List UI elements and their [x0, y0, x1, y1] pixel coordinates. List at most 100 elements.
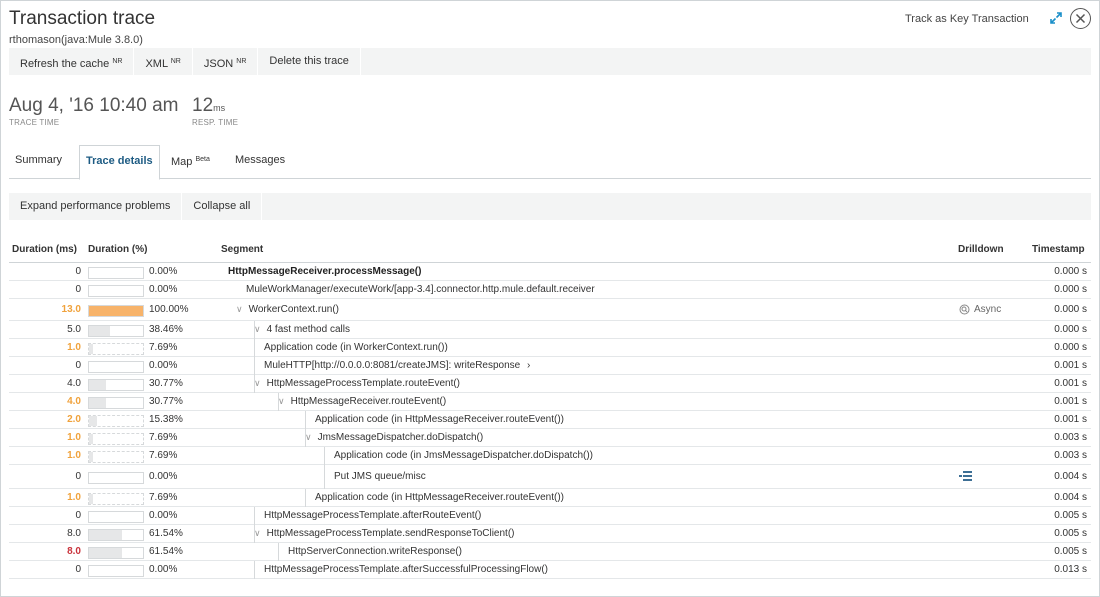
segment-name[interactable]: ∨ HttpMessageProcessTemplate.routeEvent()	[254, 378, 460, 389]
duration-pct: 7.69%	[149, 492, 178, 503]
timestamp: 0.001 s	[1054, 396, 1087, 407]
track-key-transaction-link[interactable]: Track as Key Transaction	[905, 13, 1029, 25]
trace-row[interactable]: 0 0.00% MuleWorkManager/executeWork/[app-3…	[9, 281, 1091, 299]
segment-name[interactable]: MuleWorkManager/executeWork/[app-3.4].co…	[246, 284, 595, 295]
toolbar-button-xml[interactable]: XML NR	[134, 48, 193, 75]
trace-row[interactable]: 1.0 7.69% ∨ JmsMessageDispatcher.doDispatch…	[9, 429, 1091, 447]
collapse-all-button[interactable]: Collapse all	[182, 193, 263, 220]
duration-bar	[88, 433, 144, 445]
trace-row[interactable]: 0 0.00% MuleHTTP[http://0.0.0.0:8081/creat…	[9, 357, 1091, 375]
toolbar-button-json[interactable]: JSON NR	[193, 48, 259, 75]
duration-pct: 61.54%	[149, 528, 183, 539]
close-icon[interactable]	[1070, 8, 1091, 29]
segment-name[interactable]: HttpServerConnection.writeResponse()	[288, 546, 462, 557]
app-subtitle: rthomason(java:Mule 3.8.0)	[9, 34, 143, 46]
segment-name[interactable]: ∨ HttpMessageReceiver.routeEvent()	[278, 396, 446, 407]
trace-row[interactable]: 1.0 7.69% Application code (in JmsMessageD…	[9, 447, 1091, 465]
drilldown-async[interactable]: Async	[959, 304, 1001, 315]
chevron-down-icon[interactable]: ∨	[254, 378, 261, 388]
expand-performance-problems-button[interactable]: Expand performance problems	[9, 193, 183, 220]
segment-label: Application code (in JmsMessageDispatche…	[334, 450, 594, 461]
segment-name[interactable]: ∨ JmsMessageDispatcher.doDispatch()	[305, 432, 483, 443]
duration-bar	[88, 529, 144, 541]
trace-row[interactable]: 0 0.00% HttpMessageReceiver.processMessage…	[9, 263, 1091, 281]
segment-name[interactable]: ∨ WorkerContext.run()	[236, 304, 339, 315]
duration-bar-fill	[89, 344, 94, 354]
col-segment[interactable]: Segment	[221, 244, 263, 255]
tab-trace-details[interactable]: Trace details	[79, 145, 160, 180]
tree-guide	[305, 489, 306, 507]
segment-label: MuleWorkManager/executeWork/[app-3.4].co…	[246, 284, 595, 295]
toolbar-button-delete-this-trace[interactable]: Delete this trace	[258, 48, 361, 75]
duration-bar-fill	[89, 548, 123, 558]
segment-name[interactable]: MuleHTTP[http://0.0.0.0:8081/createJMS]:…	[264, 360, 530, 371]
toolbar-button-refresh-the-cache[interactable]: Refresh the cache NR	[9, 48, 135, 75]
trace-row[interactable]: 1.0 7.69% Application code (in HttpMessage…	[9, 489, 1091, 507]
segment-name[interactable]: ∨ 4 fast method calls	[254, 324, 350, 335]
tree-guide	[324, 465, 325, 489]
trace-row[interactable]: 4.0 30.77% ∨ HttpMessageProcessTemplate.rou…	[9, 375, 1091, 393]
page-title: Transaction trace	[9, 8, 156, 29]
trace-row[interactable]: 0 0.00% HttpMessageProcessTemplate.afterSu…	[9, 561, 1091, 579]
trace-row[interactable]: 1.0 7.69% Application code (in WorkerConte…	[9, 339, 1091, 357]
trace-row[interactable]: 8.0 61.54% HttpServerConnection.writeRespo…	[9, 543, 1091, 561]
trace-row[interactable]: 5.0 38.46% ∨ 4 fast method calls 0.000 s	[9, 321, 1091, 339]
trace-row[interactable]: 8.0 61.54% ∨ HttpMessageProcessTemplate.sen…	[9, 525, 1091, 543]
chevron-down-icon[interactable]: ∨	[278, 396, 285, 406]
timestamp: 0.000 s	[1054, 342, 1087, 353]
segment-name[interactable]: Application code (in WorkerContext.run()…	[264, 342, 448, 353]
duration-bar	[88, 547, 144, 559]
chevron-right-icon[interactable]: ›	[524, 360, 530, 371]
duration-pct: 0.00%	[149, 284, 178, 295]
timestamp: 0.005 s	[1054, 546, 1087, 557]
tab-label: Messages	[235, 154, 286, 166]
chevron-down-icon[interactable]: ∨	[305, 432, 312, 442]
timestamp: 0.001 s	[1054, 360, 1087, 371]
database-icon[interactable]	[959, 470, 973, 482]
duration-ms: 8.0	[67, 528, 81, 539]
segment-name[interactable]: HttpMessageProcessTemplate.afterRouteEve…	[264, 510, 481, 521]
segment-name[interactable]: HttpMessageReceiver.processMessage()	[228, 266, 421, 277]
tab-map[interactable]: Map Beta	[165, 145, 216, 179]
tab-summary[interactable]: Summary	[9, 145, 68, 179]
duration-ms: 1.0	[67, 492, 81, 503]
segment-name[interactable]: HttpMessageProcessTemplate.afterSuccessf…	[264, 564, 548, 575]
duration-ms: 5.0	[67, 324, 81, 335]
trace-row[interactable]: 2.0 15.38% Application code (in HttpMessag…	[9, 411, 1091, 429]
segment-name[interactable]: Application code (in HttpMessageReceiver…	[315, 492, 564, 503]
duration-bar-fill	[89, 380, 106, 390]
timestamp: 0.004 s	[1054, 492, 1087, 503]
segment-label: 4 fast method calls	[266, 324, 350, 335]
col-timestamp[interactable]: Timestamp	[1032, 244, 1085, 255]
segment-name[interactable]: Application code (in HttpMessageReceiver…	[315, 414, 564, 425]
chevron-down-icon[interactable]: ∨	[254, 324, 261, 334]
duration-bar	[88, 305, 144, 317]
chevron-down-icon[interactable]: ∨	[236, 304, 243, 314]
segment-label: Put JMS queue/misc	[334, 471, 426, 482]
timestamp: 0.000 s	[1054, 304, 1087, 315]
duration-pct: 0.00%	[149, 266, 178, 277]
segment-name[interactable]: Application code (in JmsMessageDispatche…	[334, 450, 593, 461]
duration-pct: 30.77%	[149, 378, 183, 389]
toolbar-button-badge: NR	[170, 58, 181, 65]
trace-row[interactable]: 0 0.00% Put JMS queue/misc 0.004 s	[9, 465, 1091, 489]
timestamp: 0.000 s	[1054, 284, 1087, 295]
trace-row[interactable]: 0 0.00% HttpMessageProcessTemplate.afterRo…	[9, 507, 1091, 525]
segment-name[interactable]: ∨ HttpMessageProcessTemplate.sendResponse…	[254, 528, 515, 539]
tree-guide	[254, 561, 255, 579]
segment-label: HttpMessageProcessTemplate.afterRouteEve…	[264, 510, 482, 521]
tab-messages[interactable]: Messages	[229, 145, 291, 179]
trace-row[interactable]: 4.0 30.77% ∨ HttpMessageReceiver.routeEvent…	[9, 393, 1091, 411]
col-duration-pct[interactable]: Duration (%)	[88, 244, 147, 255]
duration-ms: 2.0	[67, 414, 81, 425]
expand-icon[interactable]	[1050, 12, 1062, 24]
chevron-down-icon[interactable]: ∨	[254, 528, 261, 538]
tab-label: Summary	[15, 154, 63, 166]
resp-time-value: 12	[192, 95, 214, 116]
trace-row[interactable]: 13.0 100.00% ∨ WorkerContext.run() Async 0.00…	[9, 299, 1091, 321]
duration-pct: 7.69%	[149, 342, 178, 353]
col-duration-ms[interactable]: Duration (ms)	[12, 244, 77, 255]
segment-name[interactable]: Put JMS queue/misc	[334, 471, 426, 482]
trace-time-metric: Aug 4, '16 10:40 am TRACE TIME	[9, 95, 178, 127]
tree-guide	[254, 507, 255, 525]
